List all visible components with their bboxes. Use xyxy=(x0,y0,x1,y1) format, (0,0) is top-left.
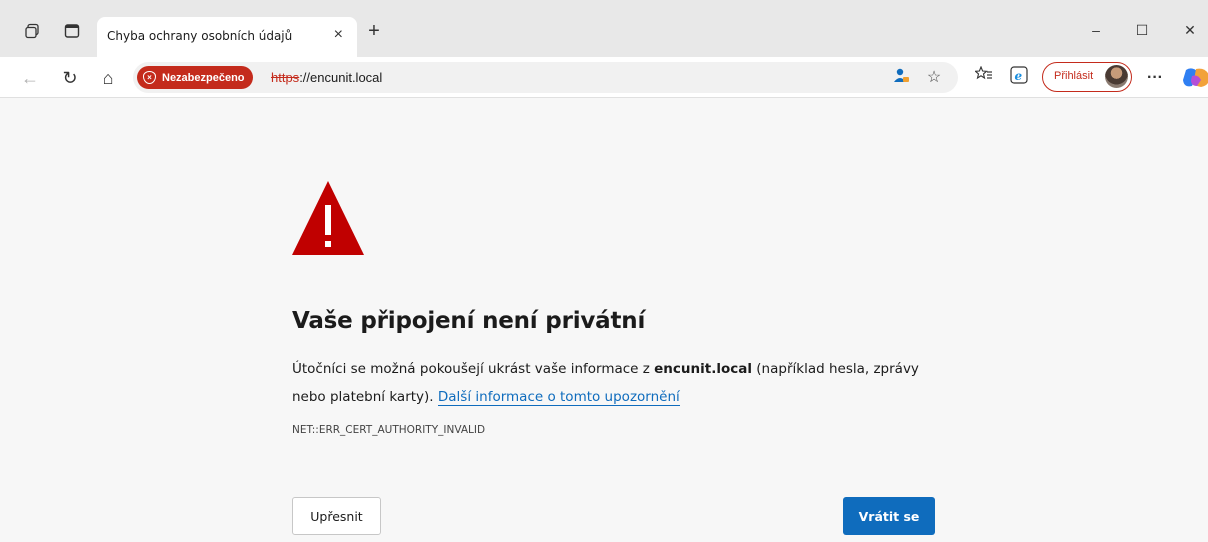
home-icon[interactable]: ⌂ xyxy=(96,66,120,90)
back-icon[interactable]: ← xyxy=(18,66,42,90)
avatar xyxy=(1105,65,1128,88)
more-menu-icon[interactable]: ··· xyxy=(1143,66,1167,90)
warning-icon xyxy=(292,181,364,260)
address-bar[interactable]: × Nezabezpečeno https://encunit.local ☆ xyxy=(133,62,958,93)
workspaces-icon[interactable] xyxy=(22,21,42,41)
url-text[interactable]: https://encunit.local xyxy=(271,70,382,85)
error-description: Útočníci se možná pokoušejí ukrást vaše … xyxy=(292,355,952,411)
tab-active[interactable]: Chyba ochrany osobních údajů × xyxy=(97,17,357,57)
security-badge[interactable]: × Nezabezpečeno xyxy=(137,66,253,89)
new-tab-button[interactable]: + xyxy=(364,21,384,42)
reload-icon[interactable]: ↻ xyxy=(58,66,82,90)
error-code: NET::ERR_CERT_AUTHORITY_INVALID xyxy=(292,424,486,436)
ie-mode-icon[interactable]: e xyxy=(1007,66,1031,90)
close-window-button[interactable]: ✕ xyxy=(1178,22,1202,42)
svg-text:e: e xyxy=(1015,69,1023,83)
description-host: encunit.local xyxy=(654,361,752,377)
url-scheme: https xyxy=(271,70,300,85)
browser-window: Chyba ochrany osobních údajů × + – ☐ ✕ ←… xyxy=(0,0,1208,542)
security-badge-label: Nezabezpečeno xyxy=(162,71,245,84)
go-back-button[interactable]: Vrátit se xyxy=(843,497,935,535)
password-manager-icon[interactable] xyxy=(890,67,912,89)
shield-icon: × xyxy=(143,71,156,84)
minimize-button[interactable]: – xyxy=(1084,22,1108,42)
description-text-1: Útočníci se možná pokoušejí ukrást vaše … xyxy=(292,361,655,377)
maximize-button[interactable]: ☐ xyxy=(1130,22,1154,42)
tab-close-icon[interactable]: × xyxy=(334,26,343,44)
copilot-icon[interactable] xyxy=(1182,66,1208,90)
favorite-star-icon[interactable]: ☆ xyxy=(923,67,945,89)
tab-actions-icon[interactable] xyxy=(62,21,82,41)
page-title: Vaše připojení není privátní xyxy=(292,308,646,334)
favorites-icon[interactable] xyxy=(972,65,996,90)
url-host: ://encunit.local xyxy=(299,70,383,85)
tab-title: Chyba ochrany osobních údajů xyxy=(107,29,293,43)
learn-more-link[interactable]: Další informace o tomto upozornění xyxy=(437,389,680,406)
error-page: Vaše připojení není privátní Útočníci se… xyxy=(0,98,1208,542)
sign-in-label: Přihlásit xyxy=(1054,70,1094,82)
title-bar: Chyba ochrany osobních údajů × + – ☐ ✕ xyxy=(0,0,1208,57)
sign-in-button[interactable]: Přihlásit xyxy=(1042,62,1132,92)
advanced-button[interactable]: Upřesnit xyxy=(292,497,381,535)
toolbar: ← ↻ ⌂ × Nezabezpečeno https://encunit.lo… xyxy=(0,57,1208,98)
